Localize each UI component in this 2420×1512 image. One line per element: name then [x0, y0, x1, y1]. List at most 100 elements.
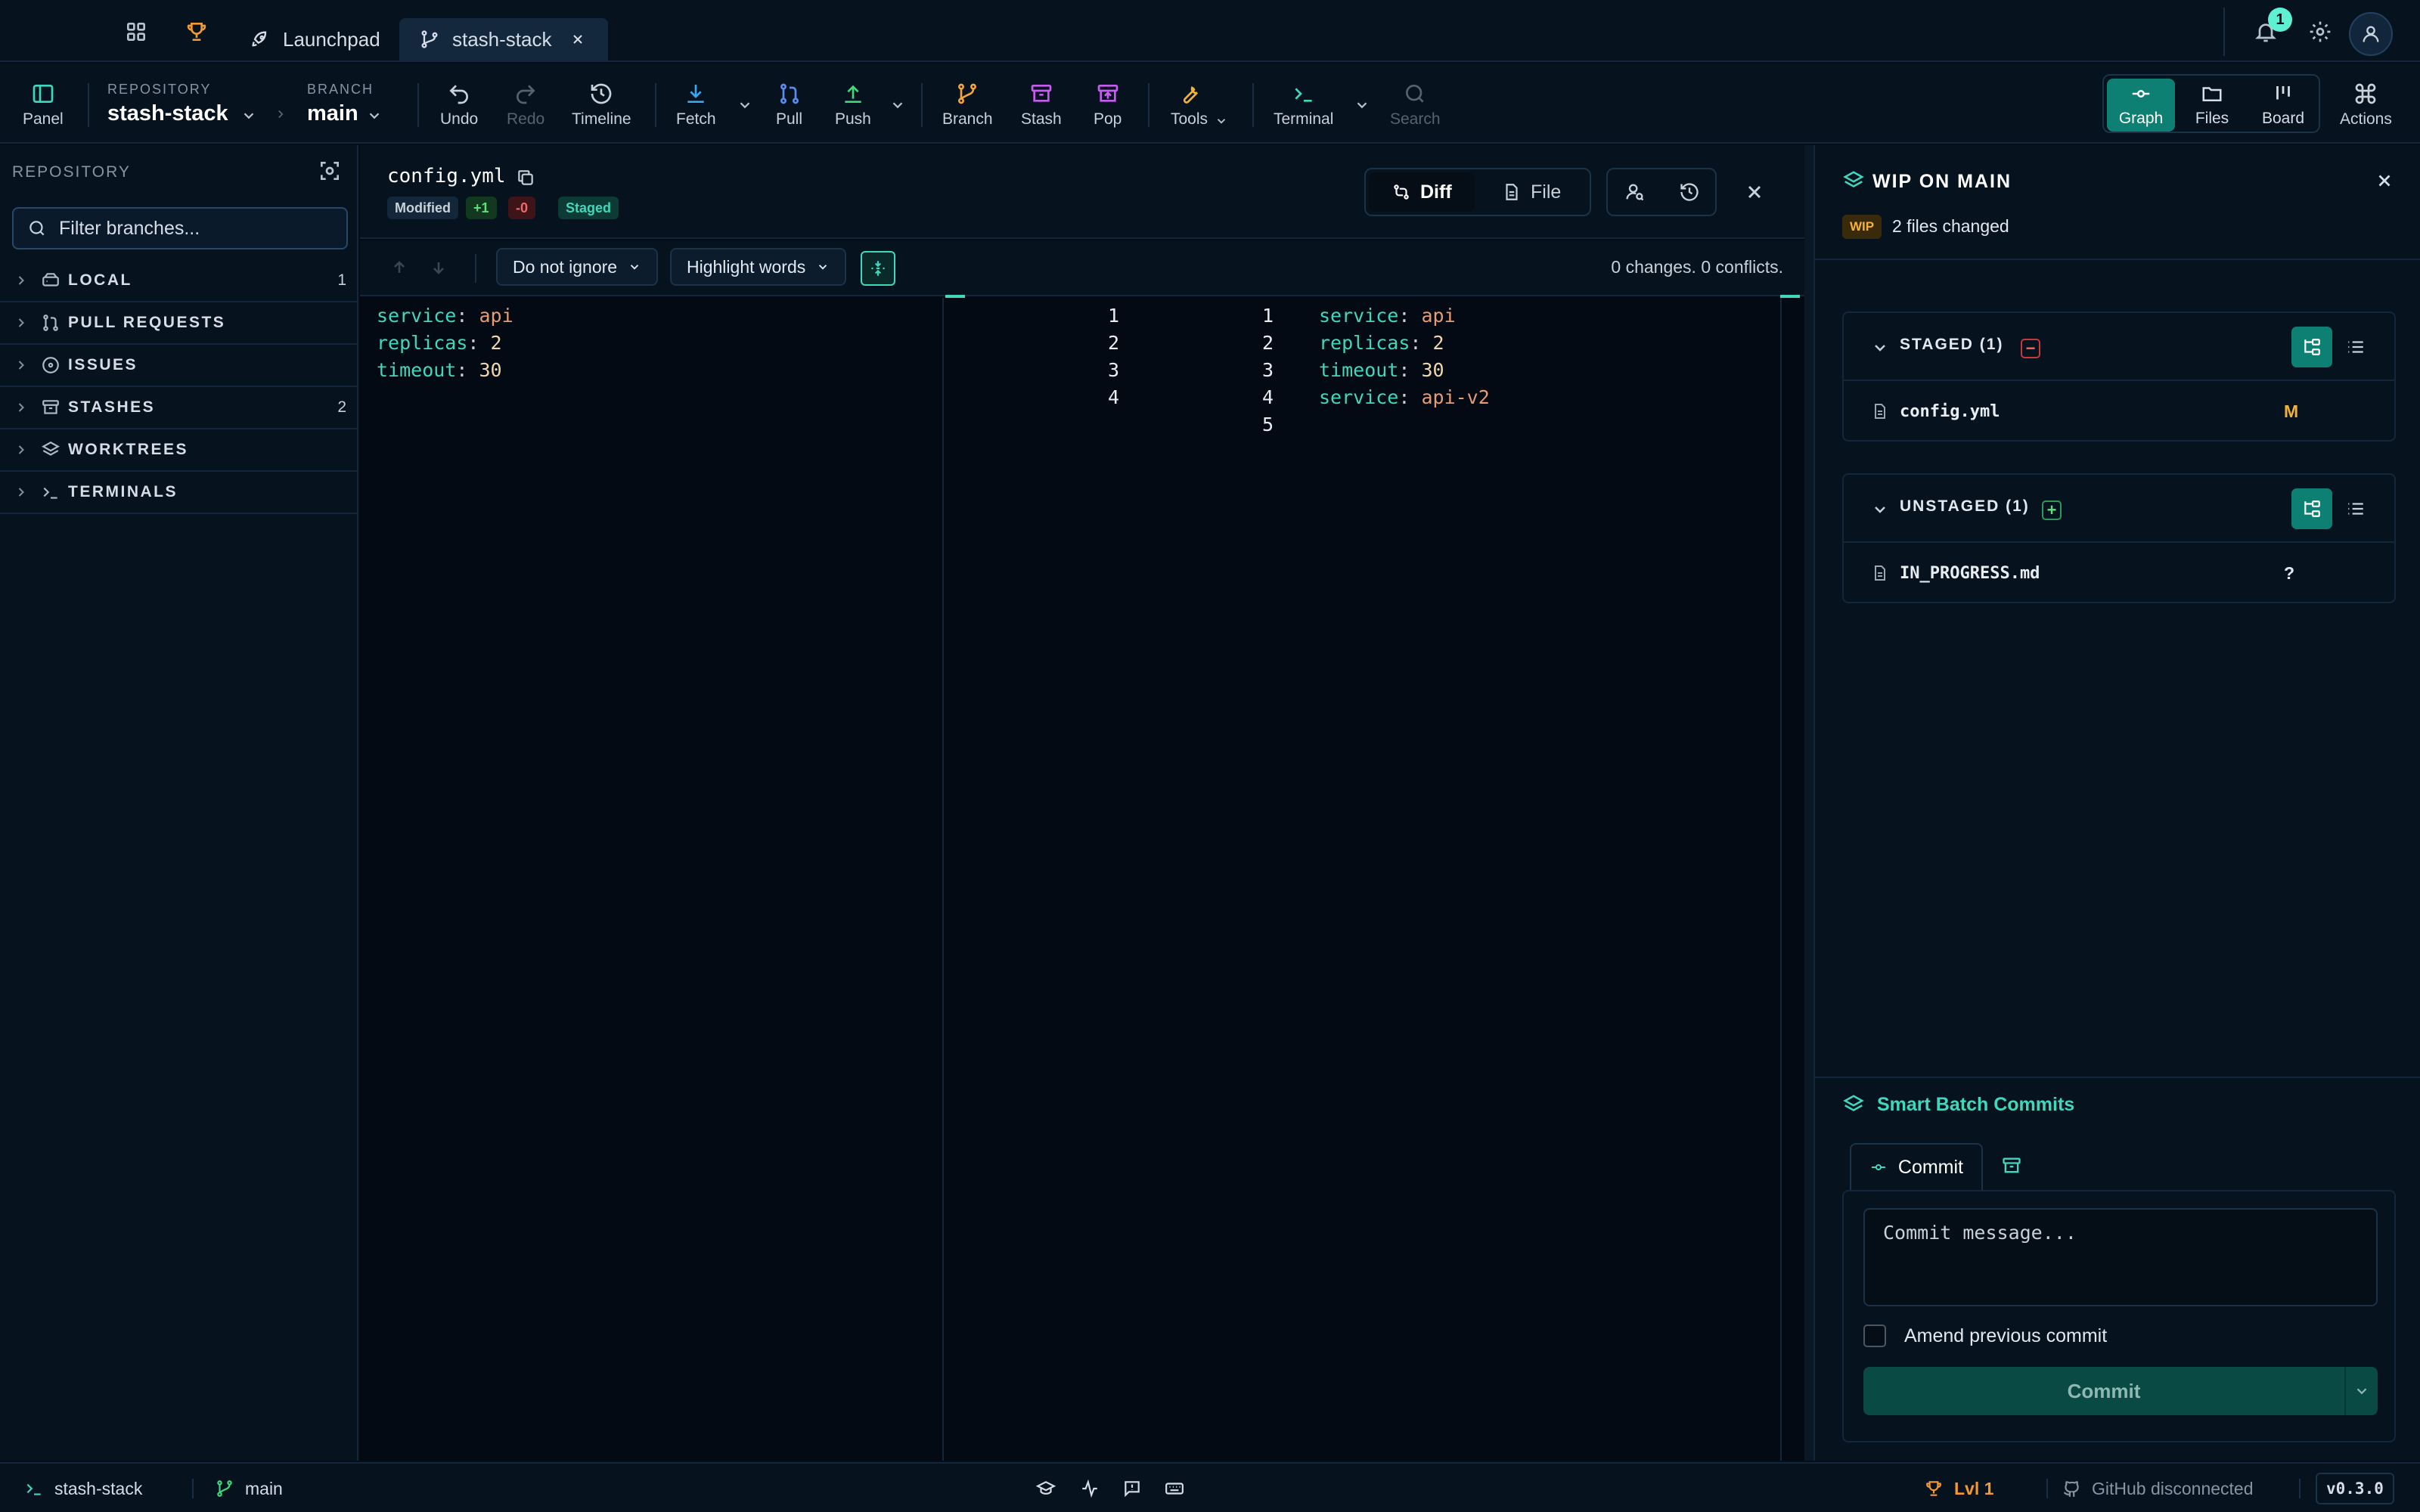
files-view-button[interactable]: Files	[2178, 79, 2246, 132]
file-view-button[interactable]: File	[1479, 172, 1584, 212]
actions-button[interactable]: Actions	[2340, 82, 2392, 129]
chevron-down-icon[interactable]	[1871, 500, 1889, 519]
whitespace-select[interactable]: Do not ignore	[496, 248, 659, 286]
sidebar-item-local[interactable]: LOCAL 1	[0, 260, 357, 302]
panel-label: Panel	[23, 110, 64, 128]
scrollbar-track[interactable]	[1780, 298, 1782, 1461]
push-options-chevron-icon[interactable]	[889, 97, 906, 113]
arrow-up-icon[interactable]	[390, 259, 408, 277]
avatar[interactable]	[2349, 12, 2393, 56]
pop-button[interactable]: Pop	[1094, 82, 1122, 129]
pull-button[interactable]: Pull	[776, 82, 802, 129]
fetch-button[interactable]: Fetch	[676, 82, 716, 129]
commit-form: Commit message... Amend previous commit …	[1842, 1190, 2396, 1442]
stash-button[interactable]: Stash	[1021, 82, 1062, 129]
blame-button[interactable]	[1608, 168, 1662, 216]
line-number: 4	[1107, 386, 1119, 408]
chevron-down-icon	[244, 113, 254, 119]
undo-button[interactable]: Undo	[440, 82, 478, 129]
hard-drive-icon	[42, 273, 59, 287]
board-view-button[interactable]: Board	[2249, 79, 2317, 132]
sidebar-item-issues[interactable]: ISSUES	[0, 345, 357, 387]
focus-icon[interactable]	[318, 159, 342, 183]
line-number: 4	[1261, 386, 1274, 408]
gear-icon[interactable]	[2308, 20, 2332, 44]
close-diff-button[interactable]	[1727, 168, 1782, 216]
chevron-down-icon	[1217, 119, 1226, 124]
file-history-button[interactable]	[1662, 168, 1717, 216]
commit-button[interactable]: Commit	[1863, 1367, 2378, 1415]
tab-stash-stack[interactable]: stash-stack	[399, 18, 608, 60]
stash-tab-archive-icon[interactable]	[2001, 1155, 2022, 1176]
stage-all-button[interactable]: +	[2042, 500, 2062, 520]
status-terminal[interactable]: stash-stack	[24, 1464, 142, 1512]
diff-view-button[interactable]: Diff	[1369, 172, 1475, 212]
unstaged-title: UNSTAGED (1)	[1900, 497, 2030, 515]
smart-batch-commits[interactable]: Smart Batch Commits	[1842, 1093, 2074, 1116]
collapse-unchanged-button[interactable]	[861, 251, 895, 286]
git-branch-icon	[421, 30, 438, 48]
learn-icon-button[interactable]	[1036, 1464, 1056, 1512]
feedback-icon-button[interactable]	[1122, 1464, 1142, 1512]
unstaged-section-header[interactable]: UNSTAGED (1) +	[1844, 475, 2394, 543]
list-view-button[interactable]	[2335, 488, 2376, 529]
code-line: service: api-v2	[1319, 386, 1490, 408]
unstaged-file-row[interactable]: IN_PROGRESS.md ?	[1844, 544, 2394, 602]
sidebar-item-stashes[interactable]: STASHES 2	[0, 387, 357, 429]
copy-icon[interactable]	[516, 168, 535, 187]
apps-grid-icon[interactable]	[124, 20, 148, 44]
commit-message-input[interactable]: Commit message...	[1863, 1208, 2378, 1306]
highlight-select[interactable]: Highlight words	[670, 248, 847, 286]
close-icon[interactable]	[570, 32, 585, 47]
activity-icon	[1082, 1479, 1097, 1498]
tree-view-button[interactable]	[2291, 327, 2332, 367]
git-compare-icon	[1394, 184, 1409, 200]
chevron-down-icon[interactable]	[1871, 339, 1889, 357]
chevron-right-icon	[18, 488, 24, 497]
amend-checkbox-row[interactable]: Amend previous commit	[1863, 1325, 2107, 1347]
push-button[interactable]: Push	[835, 82, 871, 129]
git-branch-icon	[958, 83, 977, 104]
activity-icon-button[interactable]	[1080, 1464, 1100, 1512]
fetch-options-chevron-icon[interactable]	[737, 97, 753, 113]
list-view-button[interactable]	[2335, 327, 2376, 367]
repository-selector[interactable]: stash-stack	[107, 101, 266, 132]
commit-options-button[interactable]	[2344, 1367, 2378, 1415]
tab-launchpad[interactable]: Launchpad	[230, 18, 400, 60]
redo-icon	[517, 85, 535, 104]
arrow-down-icon[interactable]	[430, 259, 448, 277]
additions-badge: +1	[466, 197, 497, 219]
branch-selector[interactable]: main	[307, 101, 390, 132]
staged-section-header[interactable]: STAGED (1) −	[1844, 313, 2394, 381]
filter-branches-input[interactable]: Filter branches...	[12, 207, 348, 249]
code-line: service: api	[377, 305, 513, 327]
timeline-button[interactable]: Timeline	[572, 82, 631, 129]
staged-file-row[interactable]: config.yml M	[1844, 383, 2394, 440]
keyboard-icon-button[interactable]	[1165, 1464, 1184, 1512]
branch-button[interactable]: Branch	[942, 82, 993, 129]
github-status[interactable]: GitHub disconnected	[2062, 1464, 2254, 1512]
trophy-icon[interactable]	[185, 20, 209, 44]
unstage-all-button[interactable]: −	[2021, 339, 2040, 358]
amend-checkbox[interactable]	[1863, 1325, 1886, 1347]
level-indicator[interactable]: Lvl 1	[1924, 1464, 1993, 1512]
redo-button[interactable]: Redo	[507, 82, 544, 129]
sidebar-item-pull-requests[interactable]: PULL REQUESTS	[0, 302, 357, 345]
github-status-label: GitHub disconnected	[2092, 1478, 2254, 1498]
resize-handle[interactable]	[1804, 145, 1813, 1461]
close-icon[interactable]	[2375, 171, 2394, 191]
tree-view-button[interactable]	[2291, 488, 2332, 529]
sidebar-item-worktrees[interactable]: WORKTREES	[0, 429, 357, 472]
terminal-button[interactable]: Terminal	[1274, 82, 1333, 129]
terminal-options-chevron-icon[interactable]	[1354, 97, 1370, 113]
status-branch[interactable]: main	[215, 1464, 283, 1512]
wip-title: WIP ON MAIN	[1872, 171, 2012, 192]
status-branch-label: main	[245, 1478, 283, 1498]
tools-button[interactable]: Tools	[1171, 82, 1208, 129]
sidebar-item-terminals[interactable]: TERMINALS	[0, 472, 357, 514]
user-icon	[2363, 26, 2379, 42]
panel-button[interactable]: Panel	[23, 82, 64, 129]
commit-tab[interactable]: Commit	[1850, 1143, 1983, 1190]
search-button[interactable]: Search	[1390, 82, 1441, 129]
graph-view-button[interactable]: Graph	[2107, 79, 2175, 132]
